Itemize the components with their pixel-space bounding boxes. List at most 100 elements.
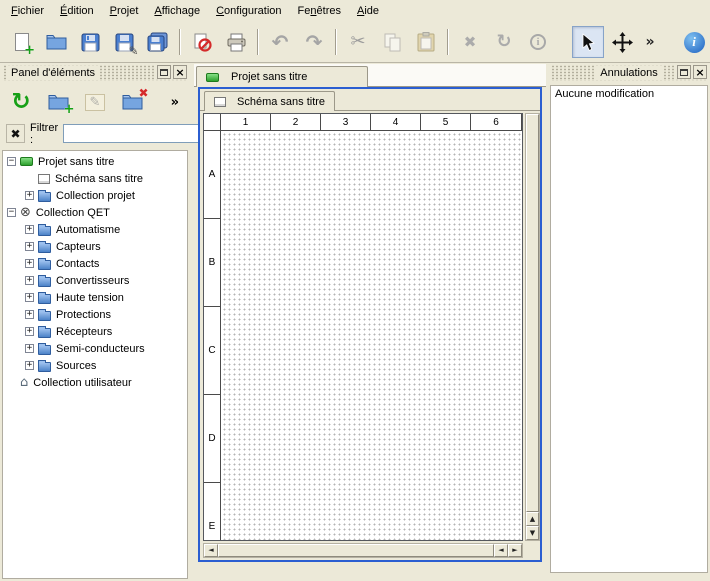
paste-button[interactable]: [410, 26, 442, 58]
ruler-row: B: [204, 219, 221, 307]
horizontal-scroll-thumb[interactable]: [218, 544, 494, 557]
float-icon: [680, 69, 688, 76]
expand-toggle[interactable]: +: [25, 276, 34, 285]
delete-element-button[interactable]: ✖: [118, 88, 146, 116]
new-document-button[interactable]: +: [6, 26, 38, 58]
collapse-toggle[interactable]: −: [7, 157, 16, 166]
edit-element-button[interactable]: ✎: [81, 88, 109, 116]
dock-float-button[interactable]: [677, 65, 691, 79]
save-button[interactable]: [74, 26, 106, 58]
tab-label: Schéma sans titre: [237, 96, 325, 108]
ruler-row: E: [204, 483, 221, 541]
reload-collections-button[interactable]: ↻: [7, 88, 35, 116]
diagram-view[interactable]: 1 2 3 4 5 6 A B C D E: [203, 113, 523, 541]
tree-item-protections[interactable]: + Protections: [3, 306, 187, 323]
tree-item-convertisseurs[interactable]: + Convertisseurs: [3, 272, 187, 289]
menu-projet[interactable]: Projet: [102, 1, 147, 21]
tree-item-project[interactable]: − Projet sans titre: [3, 153, 187, 170]
tree-item-collection-qet[interactable]: − ⊗ Collection QET: [3, 204, 187, 221]
horizontal-scrollbar[interactable]: ◄ ◄ ►: [203, 543, 523, 558]
menu-bar: Fichier Édition Projet Affichage Configu…: [0, 0, 710, 22]
tree-item-label: Collection utilisateur: [33, 377, 131, 389]
diagram-grid[interactable]: [222, 132, 522, 540]
clear-filter-button[interactable]: ✖: [6, 124, 25, 143]
about-button[interactable]: i: [678, 26, 710, 58]
menu-fenetres[interactable]: Fenêtres: [290, 1, 349, 21]
scroll-left-button-2[interactable]: ◄: [494, 544, 508, 557]
tree-item-haute-tension[interactable]: + Haute tension: [3, 289, 187, 306]
dock-close-button[interactable]: ×: [173, 65, 187, 79]
close-icon: ×: [695, 67, 704, 78]
vertical-scrollbar[interactable]: ▲ ▼: [525, 113, 540, 541]
save-as-icon: ✎: [115, 33, 134, 52]
menu-configuration[interactable]: Configuration: [208, 1, 289, 21]
rotate-icon: ↻: [496, 33, 511, 51]
tree-item-label: Semi-conducteurs: [56, 343, 145, 355]
arrow-right-icon: ►: [512, 547, 517, 554]
save-as-button[interactable]: ✎: [108, 26, 140, 58]
pan-mode-button[interactable]: [606, 26, 638, 58]
clear-filter-icon: ✖: [10, 128, 20, 140]
scroll-up-button[interactable]: ▲: [526, 512, 539, 526]
scroll-down-button[interactable]: ▼: [526, 526, 539, 540]
menu-aide[interactable]: Aide: [349, 1, 387, 21]
expand-toggle[interactable]: +: [25, 344, 34, 353]
tree-item-recepteurs[interactable]: + Récepteurs: [3, 323, 187, 340]
project-icon: [206, 73, 219, 82]
tree-item-sources[interactable]: + Sources: [3, 357, 187, 374]
tree-item-automatisme[interactable]: + Automatisme: [3, 221, 187, 238]
expand-toggle[interactable]: +: [25, 225, 34, 234]
panel-overflow-button[interactable]: »: [167, 94, 183, 111]
save-all-icon: [147, 32, 169, 52]
copy-icon: [383, 33, 402, 52]
tree-item-contacts[interactable]: + Contacts: [3, 255, 187, 272]
expand-toggle[interactable]: +: [25, 242, 34, 251]
print-button[interactable]: [220, 26, 252, 58]
copy-button[interactable]: [376, 26, 408, 58]
close-file-icon: [192, 32, 212, 52]
dock-close-button[interactable]: ×: [693, 65, 707, 79]
vertical-scroll-thumb[interactable]: [526, 114, 539, 512]
expand-toggle[interactable]: +: [25, 259, 34, 268]
tree-item-collection-projet[interactable]: + Collection projet: [3, 187, 187, 204]
dock-float-button[interactable]: [157, 65, 171, 79]
tree-item-label: Sources: [56, 360, 96, 372]
expand-toggle[interactable]: +: [25, 310, 34, 319]
tree-item-collection-utilisateur[interactable]: ⌂ Collection utilisateur: [3, 374, 187, 391]
element-info-button[interactable]: i: [522, 26, 554, 58]
project-icon: [20, 157, 33, 166]
save-all-button[interactable]: [142, 26, 174, 58]
collapse-toggle[interactable]: −: [7, 208, 16, 217]
toolbar-overflow-button[interactable]: »: [640, 26, 660, 58]
menu-affichage[interactable]: Affichage: [146, 1, 208, 21]
expand-toggle[interactable]: +: [25, 191, 34, 200]
menu-fichier[interactable]: Fichier: [3, 1, 52, 21]
undo-history-list[interactable]: Aucune modification: [550, 85, 708, 573]
filter-input[interactable]: [63, 124, 213, 143]
scroll-left-button[interactable]: ◄: [204, 544, 218, 557]
scroll-right-button[interactable]: ►: [508, 544, 522, 557]
close-file-button[interactable]: [186, 26, 218, 58]
tree-item-label: Collection QET: [36, 207, 110, 219]
delete-button[interactable]: ✖: [454, 26, 486, 58]
expand-toggle[interactable]: +: [25, 327, 34, 336]
expand-toggle[interactable]: +: [25, 361, 34, 370]
expand-toggle[interactable]: +: [25, 293, 34, 302]
tree-item-semi-conducteurs[interactable]: + Semi-conducteurs: [3, 340, 187, 357]
ruler-column: 1: [221, 114, 271, 131]
undo-button[interactable]: ↶: [264, 26, 296, 58]
open-project-button[interactable]: [40, 26, 72, 58]
float-icon: [160, 69, 168, 76]
ruler-column: 3: [321, 114, 371, 131]
tab-diagram[interactable]: Schéma sans titre: [204, 91, 335, 111]
cut-button[interactable]: ✂: [342, 26, 374, 58]
rotate-button[interactable]: ↻: [488, 26, 520, 58]
tree-item-capteurs[interactable]: + Capteurs: [3, 238, 187, 255]
folder-icon: [38, 260, 51, 270]
select-mode-button[interactable]: [572, 26, 604, 58]
redo-button[interactable]: ↷: [298, 26, 330, 58]
tab-project[interactable]: Projet sans titre: [196, 66, 368, 87]
new-element-button[interactable]: +: [44, 88, 72, 116]
menu-edition[interactable]: Édition: [52, 1, 102, 21]
tree-item-schema[interactable]: Schéma sans titre: [3, 170, 187, 187]
